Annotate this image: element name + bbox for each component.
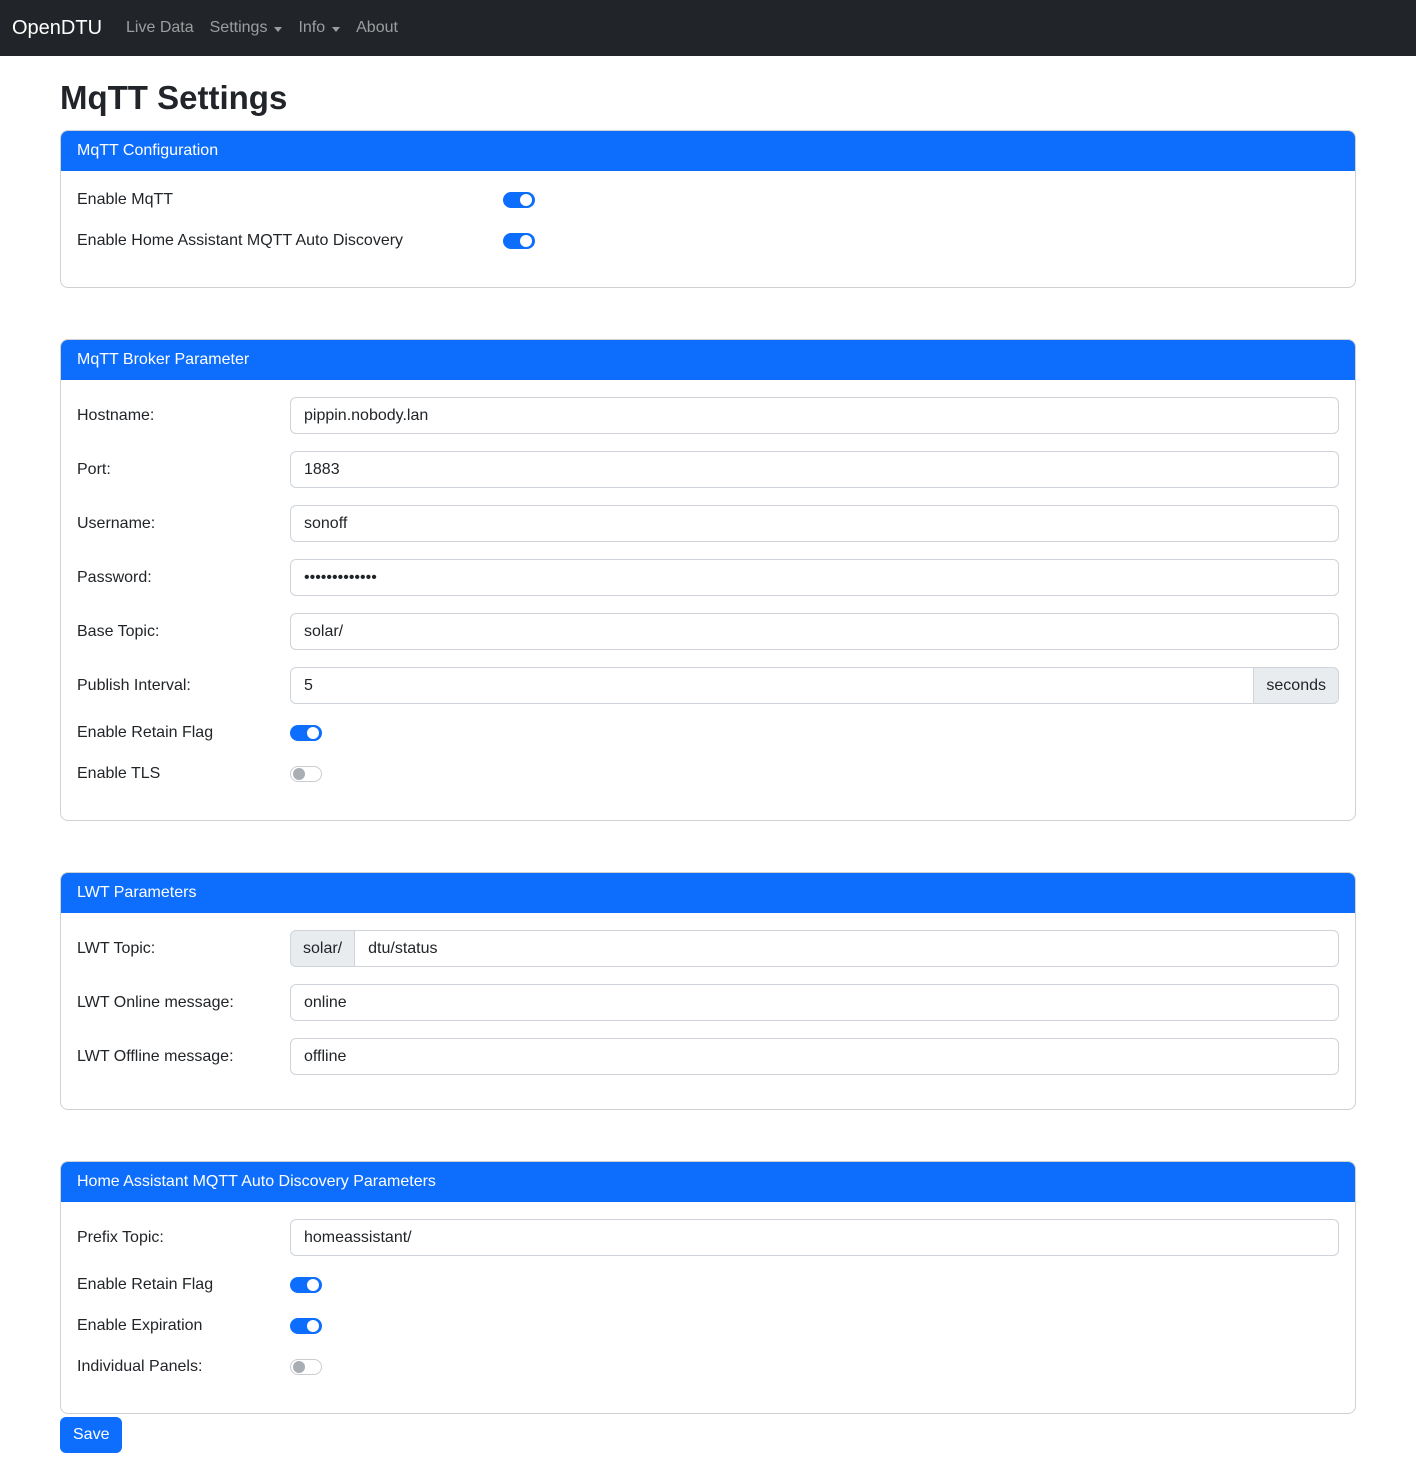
port-input[interactable] xyxy=(290,451,1339,488)
lwt-topic-input[interactable] xyxy=(354,930,1339,967)
card-body-lwt-parameters: LWT Topic: solar/ LWT Online message: LW… xyxy=(61,913,1355,1109)
card-header-mqtt-broker-parameter: MqTT Broker Parameter xyxy=(61,340,1355,380)
hass-retain-flag-label: Enable Retain Flag xyxy=(77,1273,290,1297)
toggle-row-hass-retain-flag: Enable Retain Flag xyxy=(77,1273,1339,1297)
main-content: MqTT Settings MqTT Configuration Enable … xyxy=(48,78,1368,1453)
toggle-knob xyxy=(307,1320,319,1332)
hostname-input[interactable] xyxy=(290,397,1339,434)
card-mqtt-broker-parameter: MqTT Broker Parameter Hostname: Port: Us… xyxy=(60,339,1356,821)
toggle-knob xyxy=(307,1279,319,1291)
publish-interval-label: Publish Interval: xyxy=(77,674,290,698)
prefix-topic-label: Prefix Topic: xyxy=(77,1226,290,1250)
toggle-knob xyxy=(293,1361,305,1373)
field-row-base-topic: Base Topic: xyxy=(77,613,1339,650)
nav-item-settings-label: Settings xyxy=(210,19,268,37)
field-row-port: Port: xyxy=(77,451,1339,488)
publish-interval-group: seconds xyxy=(290,667,1339,704)
field-row-prefix-topic: Prefix Topic: xyxy=(77,1219,1339,1256)
chevron-down-icon xyxy=(332,27,340,32)
lwt-offline-label: LWT Offline message: xyxy=(77,1045,290,1069)
base-topic-label: Base Topic: xyxy=(77,620,290,644)
enable-tls-toggle[interactable] xyxy=(290,766,322,782)
broker-retain-flag-toggle[interactable] xyxy=(290,725,322,741)
navbar: OpenDTU Live Data Settings Info About xyxy=(0,0,1416,56)
toggle-row-enable-tls: Enable TLS xyxy=(77,762,1339,786)
enable-mqtt-toggle[interactable] xyxy=(503,192,535,208)
enable-expiration-toggle[interactable] xyxy=(290,1318,322,1334)
nav-item-info-label: Info xyxy=(298,19,325,37)
card-hass-discovery-parameters: Home Assistant MQTT Auto Discovery Param… xyxy=(60,1161,1356,1414)
username-input[interactable] xyxy=(290,505,1339,542)
toggle-row-individual-panels: Individual Panels: xyxy=(77,1355,1339,1379)
brand-opendtu[interactable]: OpenDTU xyxy=(12,17,102,40)
lwt-online-label: LWT Online message: xyxy=(77,991,290,1015)
field-row-username: Username: xyxy=(77,505,1339,542)
field-row-publish-interval: Publish Interval: seconds xyxy=(77,667,1339,704)
enable-mqtt-label: Enable MqTT xyxy=(77,188,503,212)
field-row-hostname: Hostname: xyxy=(77,397,1339,434)
hostname-label: Hostname: xyxy=(77,404,290,428)
toggle-row-broker-retain-flag: Enable Retain Flag xyxy=(77,721,1339,745)
enable-hass-discovery-toggle[interactable] xyxy=(503,233,535,249)
port-label: Port: xyxy=(77,458,290,482)
toggle-knob xyxy=(520,235,532,247)
card-body-hass-discovery-parameters: Prefix Topic: Enable Retain Flag Enable … xyxy=(61,1202,1355,1413)
lwt-topic-label: LWT Topic: xyxy=(77,937,290,961)
card-body-mqtt-broker-parameter: Hostname: Port: Username: Password: Base… xyxy=(61,380,1355,820)
toggle-knob xyxy=(307,727,319,739)
nav-item-info[interactable]: Info xyxy=(290,11,348,45)
card-header-hass-discovery-parameters: Home Assistant MQTT Auto Discovery Param… xyxy=(61,1162,1355,1202)
lwt-topic-group: solar/ xyxy=(290,930,1339,967)
toggle-knob xyxy=(520,194,532,206)
chevron-down-icon xyxy=(274,27,282,32)
card-mqtt-configuration: MqTT Configuration Enable MqTT Enable Ho… xyxy=(60,130,1356,288)
nav-item-live-data[interactable]: Live Data xyxy=(118,11,202,45)
hass-retain-flag-toggle[interactable] xyxy=(290,1277,322,1293)
save-button[interactable]: Save xyxy=(60,1417,122,1453)
toggle-row-enable-expiration: Enable Expiration xyxy=(77,1314,1339,1338)
username-label: Username: xyxy=(77,512,290,536)
individual-panels-label: Individual Panels: xyxy=(77,1355,290,1379)
base-topic-input[interactable] xyxy=(290,613,1339,650)
field-row-lwt-online: LWT Online message: xyxy=(77,984,1339,1021)
field-row-lwt-topic: LWT Topic: solar/ xyxy=(77,930,1339,967)
publish-interval-input[interactable] xyxy=(290,667,1254,704)
enable-hass-discovery-label: Enable Home Assistant MQTT Auto Discover… xyxy=(77,229,503,253)
lwt-offline-input[interactable] xyxy=(290,1038,1339,1075)
enable-expiration-label: Enable Expiration xyxy=(77,1314,290,1338)
toggle-row-enable-hass-discovery: Enable Home Assistant MQTT Auto Discover… xyxy=(77,229,1339,253)
field-row-password: Password: xyxy=(77,559,1339,596)
individual-panels-toggle[interactable] xyxy=(290,1359,322,1375)
page-title: MqTT Settings xyxy=(60,78,1356,118)
lwt-topic-prefix: solar/ xyxy=(290,930,355,967)
field-row-lwt-offline: LWT Offline message: xyxy=(77,1038,1339,1075)
publish-interval-unit: seconds xyxy=(1253,667,1339,704)
nav-item-about[interactable]: About xyxy=(348,11,406,45)
card-header-mqtt-configuration: MqTT Configuration xyxy=(61,131,1355,171)
card-lwt-parameters: LWT Parameters LWT Topic: solar/ LWT Onl… xyxy=(60,872,1356,1110)
nav-item-settings[interactable]: Settings xyxy=(202,11,291,45)
password-input[interactable] xyxy=(290,559,1339,596)
card-body-mqtt-configuration: Enable MqTT Enable Home Assistant MQTT A… xyxy=(61,171,1355,287)
card-header-lwt-parameters: LWT Parameters xyxy=(61,873,1355,913)
enable-tls-label: Enable TLS xyxy=(77,762,290,786)
lwt-online-input[interactable] xyxy=(290,984,1339,1021)
toggle-row-enable-mqtt: Enable MqTT xyxy=(77,188,1339,212)
toggle-knob xyxy=(293,768,305,780)
prefix-topic-input[interactable] xyxy=(290,1219,1339,1256)
broker-retain-flag-label: Enable Retain Flag xyxy=(77,721,290,745)
password-label: Password: xyxy=(77,566,290,590)
